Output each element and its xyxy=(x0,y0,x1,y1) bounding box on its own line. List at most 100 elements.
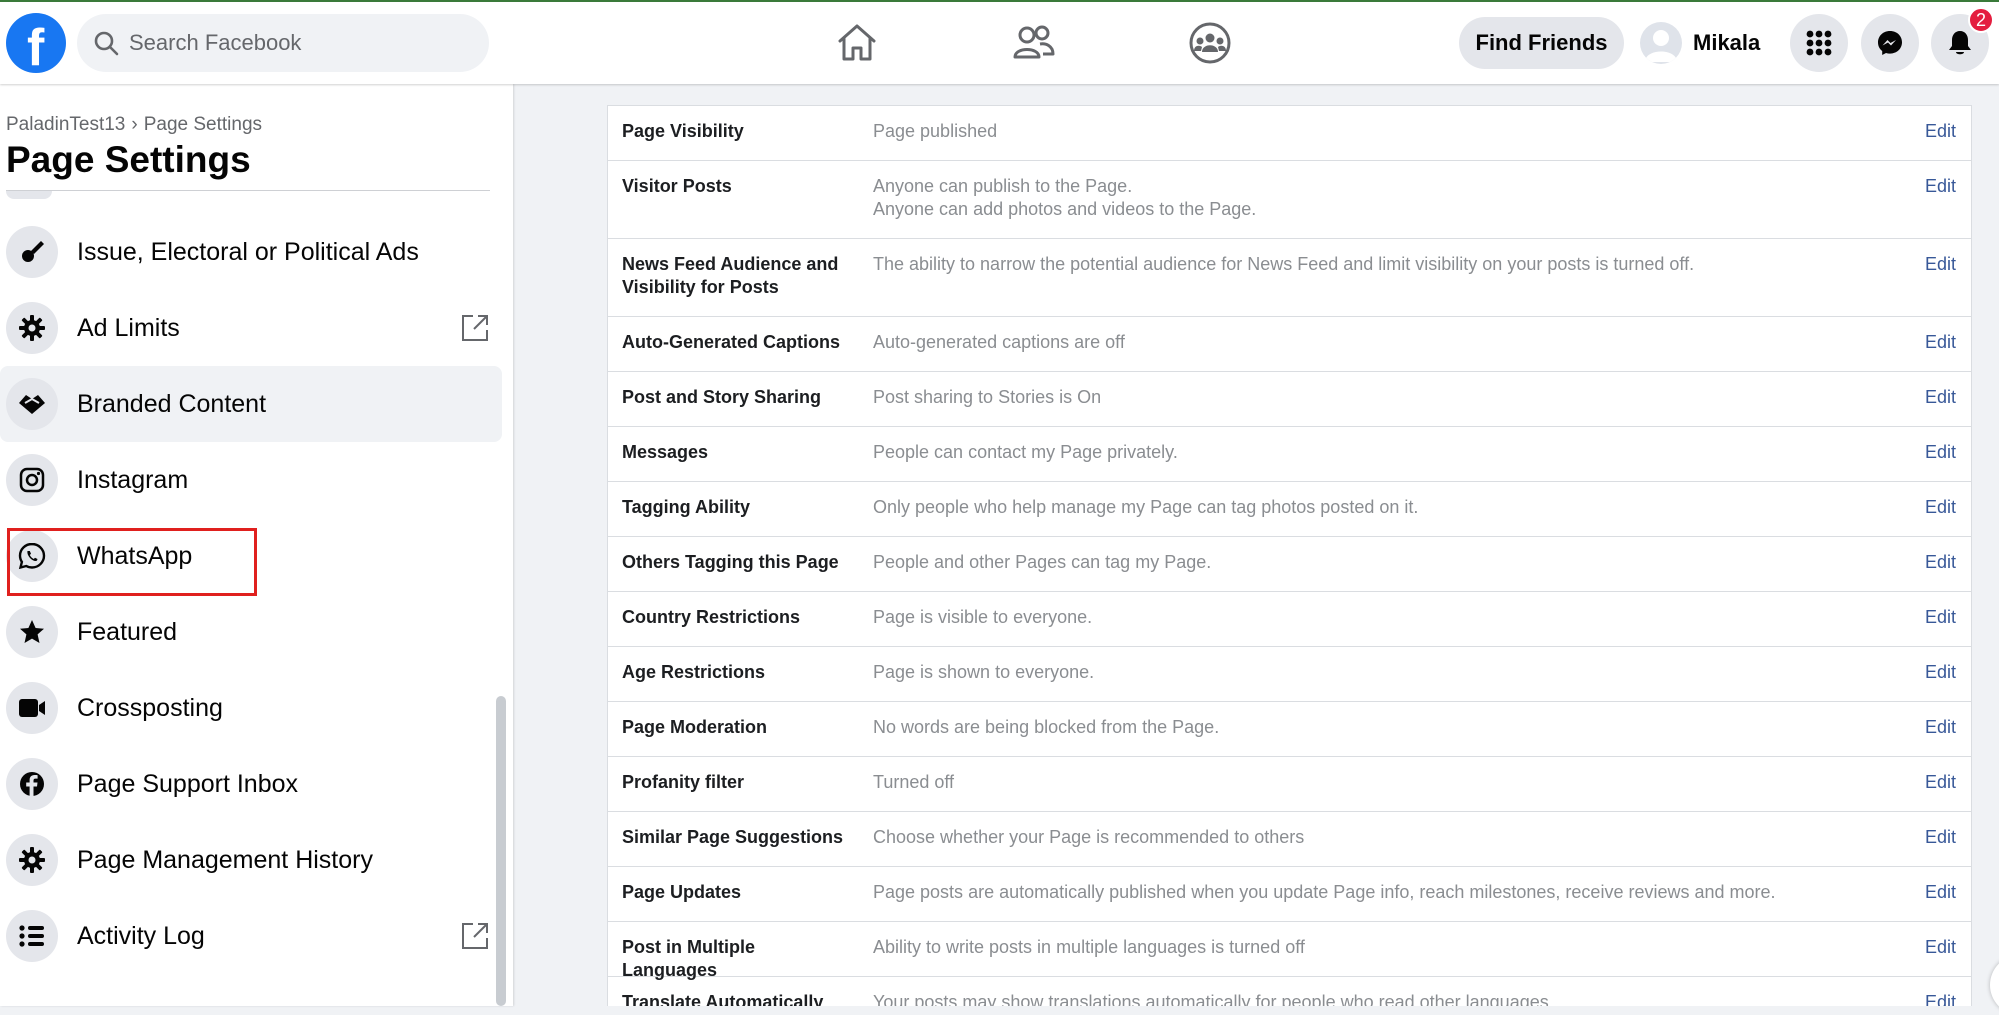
facebook-logo[interactable]: f xyxy=(6,13,66,77)
find-friends-button[interactable]: Find Friends xyxy=(1459,17,1624,69)
edit-link[interactable]: Edit xyxy=(1925,881,1956,904)
settings-row-similar-page-suggestions: Similar Page Suggestions Choose whether … xyxy=(608,812,1971,867)
facebook-icon xyxy=(6,758,58,810)
floating-chat-button[interactable] xyxy=(1990,955,1999,1015)
sidebar-item-label: Featured xyxy=(77,617,178,646)
setting-title: Country Restrictions xyxy=(622,607,801,627)
setting-title: Page Visibility xyxy=(622,121,744,141)
sidebar-item-page-support-inbox[interactable]: Page Support Inbox xyxy=(0,746,502,822)
avatar xyxy=(1640,22,1682,64)
settings-row-auto-captions: Auto-Generated Captions Auto-generated c… xyxy=(608,317,1971,372)
search-icon xyxy=(94,31,119,56)
sidebar-item-label: Instagram xyxy=(77,465,189,494)
groups-nav-button[interactable] xyxy=(1185,18,1235,68)
setting-title: Page Moderation xyxy=(622,717,768,737)
setting-value: Page posts are automatically published w… xyxy=(873,882,1776,902)
sidebar-item-label: Page Support Inbox xyxy=(77,769,298,798)
profile-button[interactable]: Mikala xyxy=(1640,20,1760,66)
setting-title: Translate Automatically xyxy=(622,992,824,1006)
setting-value: No words are being blocked from the Page… xyxy=(873,717,1220,737)
star-icon xyxy=(6,606,58,658)
edit-link[interactable]: Edit xyxy=(1925,253,1956,276)
sidebar-item-political-ads[interactable]: Issue, Electoral or Political Ads xyxy=(0,214,502,290)
sidebar-item-instagram[interactable]: Instagram xyxy=(0,442,502,518)
partially-hidden-item-icon xyxy=(6,191,52,199)
sidebar-item-ad-limits[interactable]: Ad Limits xyxy=(0,290,502,366)
setting-title: Others Tagging this Page xyxy=(622,552,839,572)
sidebar-item-label: Branded Content xyxy=(77,389,267,418)
grid-menu-icon xyxy=(1806,30,1832,56)
edit-link[interactable]: Edit xyxy=(1925,606,1956,629)
window-edge-line xyxy=(0,0,1999,2)
megaphone-icon xyxy=(6,226,58,278)
video-camera-icon xyxy=(6,682,58,734)
setting-value: Only people who help manage my Page can … xyxy=(873,497,1419,517)
edit-link[interactable]: Edit xyxy=(1925,826,1956,849)
setting-value: The ability to narrow the potential audi… xyxy=(873,254,1695,274)
settings-row-page-moderation: Page Moderation No words are being block… xyxy=(608,702,1971,757)
edit-link[interactable]: Edit xyxy=(1925,120,1956,143)
setting-title: Age Restrictions xyxy=(622,662,766,682)
messenger-button[interactable] xyxy=(1861,14,1919,72)
setting-value: People can contact my Page privately. xyxy=(873,442,1178,462)
settings-row-visitor-posts: Visitor Posts Anyone can publish to the … xyxy=(608,161,1971,239)
external-link-icon xyxy=(462,315,488,341)
sidebar-item-label: Ad Limits xyxy=(77,313,180,342)
settings-row-news-feed-audience: News Feed Audience and Visibility for Po… xyxy=(608,239,1971,317)
home-nav-button[interactable] xyxy=(832,18,882,68)
edit-link[interactable]: Edit xyxy=(1925,551,1956,574)
sidebar-item-page-management-history[interactable]: Page Management History xyxy=(0,822,502,898)
general-settings-panel: Page Visibility Page published Edit Visi… xyxy=(607,105,1972,1006)
sidebar-item-featured[interactable]: Featured xyxy=(0,594,502,670)
setting-title: Post and Story Sharing xyxy=(622,387,822,407)
gear-icon xyxy=(6,834,58,886)
settings-sidebar: PaladinTest13 › Page Settings Page Setting… xyxy=(0,84,513,1006)
edit-link[interactable]: Edit xyxy=(1925,991,1956,1006)
settings-row-age-restrictions: Age Restrictions Page is shown to everyo… xyxy=(608,647,1971,702)
setting-value-line-1: Anyone can publish to the Page. xyxy=(873,176,1133,196)
sidebar-item-label: Issue, Electoral or Political Ads xyxy=(77,237,419,266)
edit-link[interactable]: Edit xyxy=(1925,716,1956,739)
gear-icon xyxy=(6,302,58,354)
search-input[interactable] xyxy=(129,14,469,72)
sidebar-item-crossposting[interactable]: Crossposting xyxy=(0,670,502,746)
settings-row-others-tagging: Others Tagging this Page People and othe… xyxy=(608,537,1971,592)
breadcrumb-page-link[interactable]: PaladinTest13 xyxy=(6,114,125,135)
menu-button[interactable] xyxy=(1790,14,1848,72)
notification-count-badge: 2 xyxy=(1968,7,1994,33)
setting-title: Page Updates xyxy=(622,882,742,902)
home-icon xyxy=(838,24,876,61)
sidebar-item-branded-content[interactable]: Branded Content xyxy=(0,366,502,442)
edit-link[interactable]: Edit xyxy=(1925,175,1956,198)
setting-title: Similar Page Suggestions xyxy=(622,827,844,847)
friends-nav-button[interactable] xyxy=(1009,18,1059,68)
top-navigation-bar: f Find Friends xyxy=(0,0,1999,84)
friends-icon xyxy=(1013,25,1055,59)
setting-value: Auto-generated captions are off xyxy=(873,332,1125,352)
edit-link[interactable]: Edit xyxy=(1925,936,1956,959)
edit-link[interactable]: Edit xyxy=(1925,386,1956,409)
edit-link[interactable]: Edit xyxy=(1925,661,1956,684)
search-box[interactable] xyxy=(77,14,489,72)
settings-row-tagging-ability: Tagging Ability Only people who help man… xyxy=(608,482,1971,537)
edit-link[interactable]: Edit xyxy=(1925,496,1956,519)
sidebar-item-label: Page Management History xyxy=(77,845,373,874)
setting-value: Post sharing to Stories is On xyxy=(873,387,1102,407)
profile-name: Mikala xyxy=(1693,30,1761,55)
settings-row-multiple-languages: Post in Multiple Languages Ability to wr… xyxy=(608,922,1971,980)
edit-link[interactable]: Edit xyxy=(1925,331,1956,354)
sidebar-divider xyxy=(6,190,490,191)
settings-row-post-story-sharing: Post and Story Sharing Post sharing to S… xyxy=(608,372,1971,427)
page-title: Page Settings xyxy=(6,139,251,180)
setting-value-line-2: Anyone can add photos and videos to the … xyxy=(873,199,1257,219)
edit-link[interactable]: Edit xyxy=(1925,441,1956,464)
edit-link[interactable]: Edit xyxy=(1925,771,1956,794)
sidebar-scrollbar[interactable] xyxy=(496,696,506,1006)
external-link-icon xyxy=(462,923,488,949)
setting-value: Anyone can publish to the Page. Anyone c… xyxy=(873,175,1873,221)
settings-row-country-restrictions: Country Restrictions Page is visible to … xyxy=(608,592,1971,647)
setting-value: People and other Pages can tag my Page. xyxy=(873,552,1212,572)
sidebar-item-activity-log[interactable]: Activity Log xyxy=(0,898,502,974)
bell-icon xyxy=(1949,31,1971,55)
sidebar-item-label: Activity Log xyxy=(77,921,205,950)
